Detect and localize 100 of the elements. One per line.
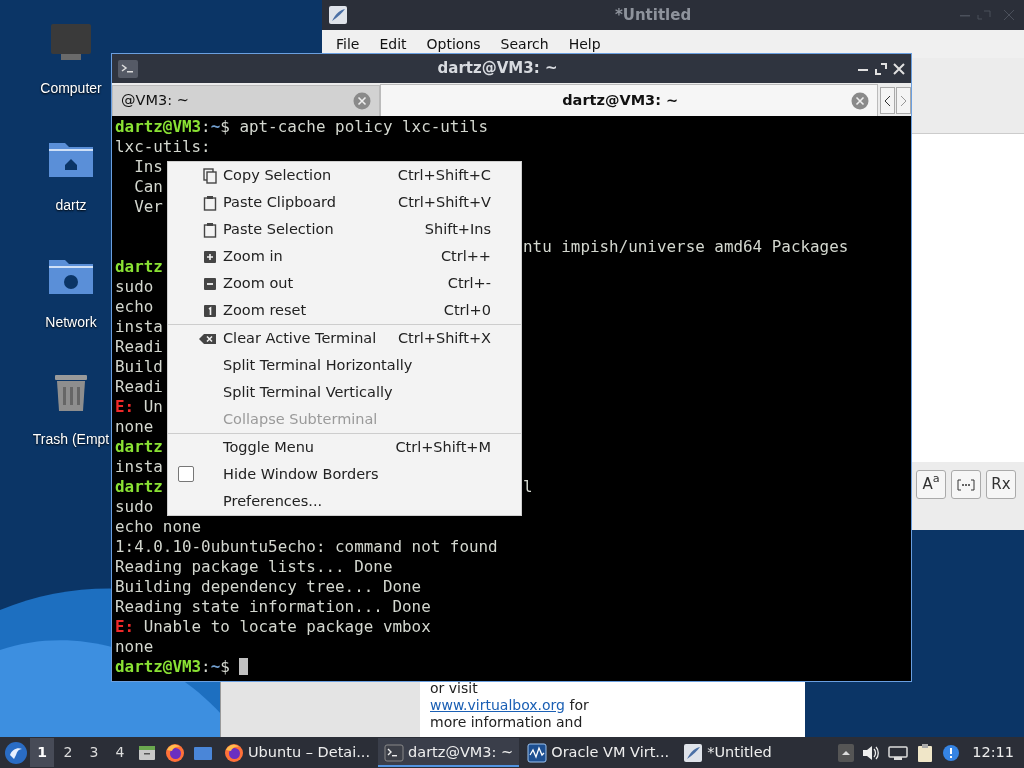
start-menu-icon[interactable] bbox=[4, 740, 28, 765]
clipboard-icon[interactable] bbox=[916, 742, 935, 763]
menu-item[interactable]: Clear Active Terminal Ctrl+Shift+X bbox=[168, 325, 521, 352]
shortcut-label: Ctrl+0 bbox=[443, 300, 492, 320]
tab[interactable]: dartz@VM3: ~ bbox=[380, 84, 879, 116]
firefox-icon[interactable] bbox=[165, 742, 185, 763]
terminal-line: dartz bbox=[115, 477, 163, 496]
terminal-line: dartz bbox=[115, 437, 163, 456]
terminal-line: Building dependency tree... Done bbox=[115, 577, 422, 596]
tool-button[interactable]: Rx bbox=[986, 470, 1016, 499]
menu-item[interactable]: Hide Window Borders bbox=[168, 461, 521, 488]
workspace-button[interactable]: 1 bbox=[30, 738, 54, 767]
terminal-line: 1:4.0.10-0ubuntu5echo: command not found bbox=[115, 537, 498, 556]
shortcut-label: Ctrl+Shift+V bbox=[398, 192, 492, 212]
terminal-line: sudo bbox=[115, 277, 154, 296]
terminal-line: insta bbox=[115, 317, 163, 336]
task-button[interactable]: Oracle VM Virt... bbox=[521, 738, 676, 767]
tab[interactable]: @VM3: ~ bbox=[112, 85, 381, 116]
task-button[interactable]: Ubuntu – Detai... bbox=[218, 738, 377, 767]
brackets-icon bbox=[957, 478, 975, 491]
plus-icon bbox=[203, 248, 217, 265]
menu-item[interactable]: Options bbox=[416, 33, 491, 55]
app-icon bbox=[328, 5, 348, 25]
menu-item[interactable]: Split Terminal Horizontally bbox=[168, 352, 521, 379]
terminal-line: insta bbox=[115, 457, 163, 476]
terminal-line: Reading package lists... Done bbox=[115, 557, 393, 576]
terminal-line: Ins bbox=[133, 157, 163, 176]
menu-item[interactable]: Zoom reset Ctrl+0 bbox=[168, 297, 521, 324]
tab-label: dartz@VM3: ~ bbox=[561, 90, 680, 110]
quill-icon bbox=[683, 742, 704, 763]
notification-icon[interactable] bbox=[942, 743, 961, 762]
clipboard-icon bbox=[203, 221, 217, 238]
terminal-line: echo bbox=[115, 297, 154, 316]
terminal-line: l bbox=[523, 477, 533, 497]
close-icon[interactable] bbox=[893, 62, 905, 75]
menu-item[interactable]: Zoom out Ctrl+- bbox=[168, 270, 521, 297]
shortcut-label: Ctrl+Shift+M bbox=[395, 437, 492, 457]
terminal-line: Reading state information... Done bbox=[115, 597, 431, 616]
shortcut-label: Ctrl+Shift+C bbox=[397, 165, 492, 185]
shortcut-label: Ctrl+Shift+X bbox=[398, 328, 492, 348]
terminal-line: sudo bbox=[115, 497, 154, 516]
terminal-line: dartz@VM3:~$ bbox=[115, 657, 231, 676]
chevron-right-icon bbox=[900, 94, 908, 107]
terminal-line: E: Unable to locate package vmbox bbox=[115, 617, 431, 636]
terminal-line: ntu impish/universe amd64 Packages bbox=[523, 237, 849, 257]
terminal-line: none bbox=[115, 417, 154, 436]
shortcut-label: Ctrl+- bbox=[447, 273, 492, 293]
text-line: or visit bbox=[430, 680, 479, 697]
terminal-line: Readi bbox=[115, 337, 163, 356]
tool-button[interactable]: A$^{a}$ bbox=[916, 470, 946, 499]
menu-item[interactable]: Help bbox=[558, 33, 611, 55]
clipboard-icon bbox=[203, 194, 217, 211]
menu-item[interactable]: Zoom in Ctrl++ bbox=[168, 243, 521, 270]
terminal-line: none bbox=[115, 637, 154, 656]
terminal-line: Build bbox=[115, 357, 163, 376]
menu-item[interactable]: Paste Clipboard Ctrl+Shift+V bbox=[168, 189, 521, 216]
reset-icon bbox=[203, 302, 217, 319]
workspace-button[interactable]: 2 bbox=[56, 738, 80, 767]
network-icon[interactable] bbox=[888, 744, 909, 761]
menu-item[interactable]: Paste Selection Shift+Ins bbox=[168, 216, 521, 243]
volume-icon[interactable] bbox=[862, 744, 881, 761]
text-line: more information and bbox=[430, 714, 584, 731]
desktop-icon-label[interactable]: Computer bbox=[40, 78, 102, 99]
menu-item[interactable]: Edit bbox=[369, 33, 417, 55]
terminal-line: Ver bbox=[133, 197, 163, 216]
desktop-icon-label[interactable]: Trash (Empt bbox=[32, 429, 110, 450]
tab-label: @VM3: ~ bbox=[121, 91, 190, 111]
task-button[interactable]: *Untitled bbox=[677, 738, 778, 767]
scroll-left-button[interactable] bbox=[880, 87, 896, 114]
maximize-icon[interactable] bbox=[875, 62, 887, 75]
clock[interactable]: 12:11 bbox=[972, 741, 1014, 764]
terminal-line: Can bbox=[133, 177, 163, 196]
window-title: dartz@VM3: ~ bbox=[436, 58, 559, 80]
copy-icon bbox=[203, 167, 217, 184]
terminal-icon bbox=[118, 59, 138, 78]
terminal-line: E: Un bbox=[115, 397, 163, 416]
desktop-icon-label[interactable]: dartz bbox=[55, 195, 87, 216]
text-line: for bbox=[568, 697, 589, 713]
menu-item[interactable]: Toggle Menu Ctrl+Shift+M bbox=[168, 434, 521, 461]
workspace-button[interactable]: 4 bbox=[108, 738, 132, 767]
menu-item[interactable]: File bbox=[326, 33, 370, 55]
desktop-icon-label[interactable]: Network bbox=[45, 312, 97, 333]
menu-item[interactable]: Copy Selection Ctrl+Shift+C bbox=[168, 162, 521, 189]
task-button[interactable]: dartz@VM3: ~ bbox=[378, 738, 520, 767]
chart-window-icon bbox=[527, 742, 548, 763]
menu-item[interactable]: Search bbox=[490, 33, 559, 55]
terminal-icon bbox=[384, 742, 405, 763]
checkbox[interactable] bbox=[178, 466, 194, 482]
link[interactable]: www.virtualbox.org bbox=[430, 697, 565, 713]
menu-item[interactable]: Split Terminal Vertically bbox=[168, 379, 521, 406]
tool-button[interactable] bbox=[951, 470, 981, 499]
shortcut-label: Ctrl++ bbox=[440, 246, 492, 266]
terminal-line: lxc-utils: bbox=[115, 137, 211, 156]
minus-icon bbox=[203, 275, 217, 292]
terminal-line: dartz bbox=[115, 257, 163, 276]
workspace-button[interactable]: 3 bbox=[82, 738, 106, 767]
window-title: *Untitled bbox=[613, 4, 693, 26]
chevron-left-icon bbox=[884, 94, 892, 107]
menu-item[interactable]: Preferences... bbox=[168, 488, 521, 515]
shortcut-label: Shift+Ins bbox=[424, 219, 492, 239]
